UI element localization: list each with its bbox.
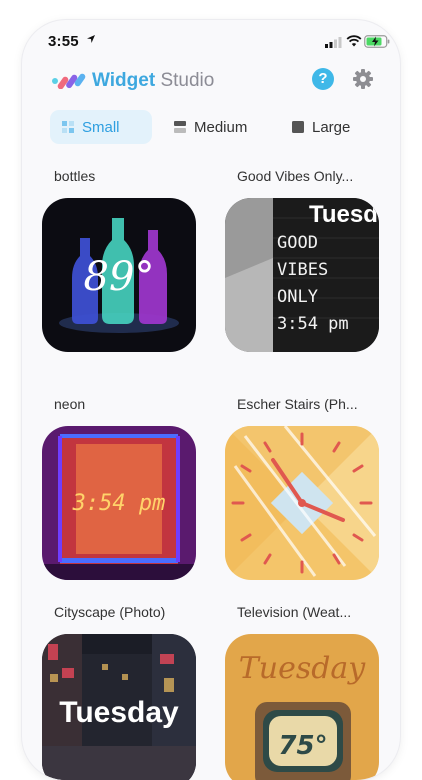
medium-size-icon bbox=[174, 121, 186, 133]
tab-large[interactable]: Large bbox=[280, 110, 380, 144]
widget-preview-television[interactable]: Tuesday 75° bbox=[225, 634, 379, 780]
widget-overlay-text: 75° bbox=[278, 731, 327, 761]
widget-overlay-text: 3:54 pm bbox=[72, 491, 166, 516]
widget-card-good-vibes[interactable]: Good Vibes Only... Tuesda GOOD VIBES ONL… bbox=[225, 168, 381, 352]
app-title: Widget Studio bbox=[92, 70, 214, 92]
widget-card-cityscape[interactable]: Cityscape (Photo) Tuesday bbox=[42, 604, 198, 780]
tab-medium-label: Medium bbox=[194, 118, 248, 136]
tab-small[interactable]: Small bbox=[50, 110, 152, 144]
status-time: 3:55 bbox=[48, 33, 79, 50]
location-arrow-icon bbox=[86, 34, 96, 44]
widget-line-2: VIBES bbox=[277, 260, 328, 280]
status-bar: 3:55 bbox=[22, 20, 400, 64]
widget-card-television[interactable]: Television (Weat... Tuesday 75° bbox=[225, 604, 381, 780]
widget-title: bottles bbox=[54, 168, 96, 184]
widget-title: Escher Stairs (Ph... bbox=[237, 396, 358, 412]
cellular-signal-icon bbox=[325, 37, 342, 48]
battery-charging-icon bbox=[364, 35, 390, 48]
widget-preview-bottles[interactable]: 89° bbox=[42, 198, 196, 352]
widget-line-1: GOOD bbox=[277, 233, 318, 253]
tab-small-label: Small bbox=[82, 118, 120, 136]
settings-gear-icon[interactable] bbox=[352, 68, 374, 90]
widget-overlay-top-text: Tuesda bbox=[309, 201, 379, 228]
small-size-icon bbox=[62, 121, 74, 133]
app-title-light: Studio bbox=[160, 70, 215, 91]
widget-title: Television (Weat... bbox=[237, 604, 352, 620]
widget-preview-good-vibes[interactable]: Tuesda GOOD VIBES ONLY 3:54 pm bbox=[225, 198, 379, 352]
widget-card-neon[interactable]: neon 3:54 pm bbox=[42, 396, 198, 580]
widget-overlay-top-text: Tuesday bbox=[239, 651, 367, 686]
widget-title: Cityscape (Photo) bbox=[54, 604, 166, 620]
widget-title: Good Vibes Only... bbox=[237, 168, 354, 184]
widget-overlay-text: Tuesday bbox=[59, 696, 179, 729]
help-button[interactable]: ? bbox=[312, 68, 334, 90]
widget-preview-neon[interactable]: 3:54 pm bbox=[42, 426, 196, 580]
widget-preview-escher-stairs[interactable] bbox=[225, 426, 379, 580]
widget-line-3: ONLY bbox=[277, 287, 318, 307]
widget-preview-cityscape[interactable]: Tuesday bbox=[42, 634, 196, 780]
tab-medium[interactable]: Medium bbox=[162, 110, 274, 144]
widget-title: neon bbox=[54, 396, 86, 412]
widget-card-bottles[interactable]: bottles 89° bbox=[42, 168, 198, 352]
widget-card-escher-stairs[interactable]: Escher Stairs (Ph... bbox=[225, 396, 381, 580]
tab-large-label: Large bbox=[312, 118, 351, 136]
size-segmented-control: Small Medium Large bbox=[50, 110, 380, 146]
widget-studio-logo-icon bbox=[52, 73, 86, 89]
widget-overlay-text: 89° bbox=[84, 254, 155, 300]
large-size-icon bbox=[292, 121, 304, 133]
widget-line-4: 3:54 pm bbox=[277, 314, 349, 334]
phone-frame: 3:55 Widget Studio ? Small Medium Large … bbox=[22, 20, 400, 780]
app-header: Widget Studio ? bbox=[22, 64, 400, 104]
wifi-icon bbox=[346, 35, 362, 47]
app-title-bold: Widget bbox=[92, 70, 156, 91]
